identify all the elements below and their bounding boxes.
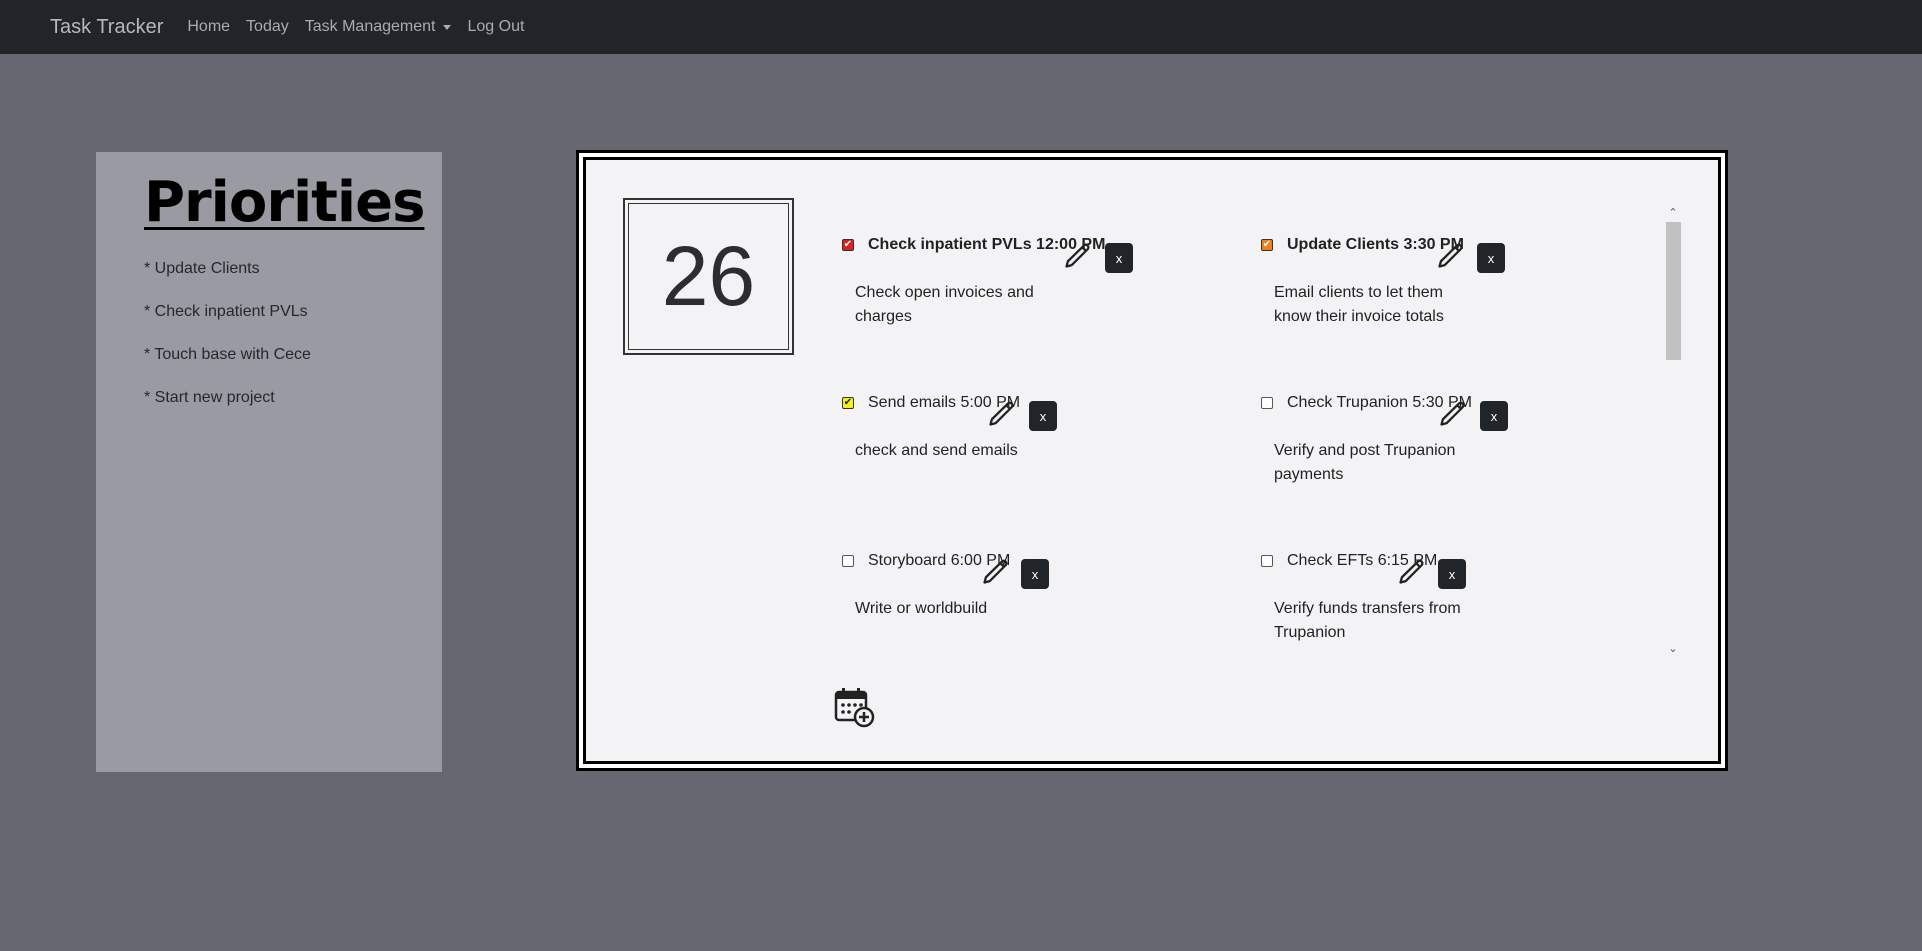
task-checkbox[interactable] (1261, 397, 1273, 409)
calendar-add-icon[interactable] (834, 686, 876, 728)
scroll-thumb[interactable] (1666, 222, 1681, 360)
priority-item: * Update Clients (144, 260, 260, 277)
pencil-icon[interactable] (1397, 558, 1425, 586)
priority-item: * Check inpatient PVLs (144, 303, 308, 320)
task-checkbox[interactable] (1261, 555, 1273, 567)
delete-task-button[interactable]: x (1438, 559, 1466, 589)
task-board-inner: 26 ✔ Check inpatient PVLs 12:00 PM Check… (583, 157, 1721, 764)
task-checkbox[interactable]: ✔ (842, 397, 854, 409)
priorities-list: * Update Clients * Check inpatient PVLs … (144, 260, 311, 432)
task-board: 26 ✔ Check inpatient PVLs 12:00 PM Check… (576, 150, 1728, 771)
nav-logout-link[interactable]: Log Out (467, 18, 524, 36)
delete-task-button[interactable]: x (1477, 243, 1505, 273)
priorities-title: Priorities (144, 170, 425, 235)
task-description: Verify and post Trupanion payments (1274, 442, 1456, 483)
caret-down-icon (443, 24, 452, 30)
delete-task-button[interactable]: x (1029, 401, 1057, 431)
delete-task-button[interactable]: x (1480, 401, 1508, 431)
task-description: Verify funds transfers from Trupanion (1274, 600, 1461, 641)
task-checkbox[interactable]: ✔ (1261, 239, 1273, 251)
task-description: Write or worldbuild (855, 600, 988, 617)
pencil-icon[interactable] (1438, 400, 1466, 428)
brand-link[interactable]: Task Tracker (50, 16, 163, 39)
priorities-sidebar: Priorities * Update Clients * Check inpa… (96, 152, 442, 772)
delete-task-button[interactable]: x (1105, 243, 1133, 273)
task-description: Check open invoices and charges (855, 284, 1034, 325)
scroll-up-arrow-icon[interactable]: ⌃ (1667, 206, 1679, 219)
pencil-icon[interactable] (1063, 242, 1091, 270)
day-number: 26 (628, 203, 789, 350)
task-description: Email clients to let them know their inv… (1274, 284, 1444, 325)
pencil-icon[interactable] (987, 400, 1015, 428)
priority-item: * Start new project (144, 389, 275, 406)
nav-home-link[interactable]: Home (187, 18, 230, 36)
task-checkbox[interactable]: ✔ (842, 239, 854, 251)
navbar: Task Tracker Home Today Task Management … (0, 0, 1922, 54)
task-checkbox[interactable] (842, 555, 854, 567)
task-list-scrollbar[interactable]: ⌃ ⌄ (1665, 206, 1681, 655)
task-description: check and send emails (855, 442, 1018, 459)
nav-task-management-label: Task Management (304, 18, 436, 35)
nav-today-link[interactable]: Today (246, 18, 289, 36)
priority-item: * Touch base with Cece (144, 346, 311, 363)
scroll-down-arrow-icon[interactable]: ⌄ (1667, 642, 1679, 655)
pencil-icon[interactable] (981, 558, 1009, 586)
pencil-icon[interactable] (1436, 242, 1464, 270)
day-number-box: 26 (623, 198, 794, 355)
delete-task-button[interactable]: x (1021, 559, 1049, 589)
nav-task-management-dropdown[interactable]: Task Management (305, 18, 452, 36)
